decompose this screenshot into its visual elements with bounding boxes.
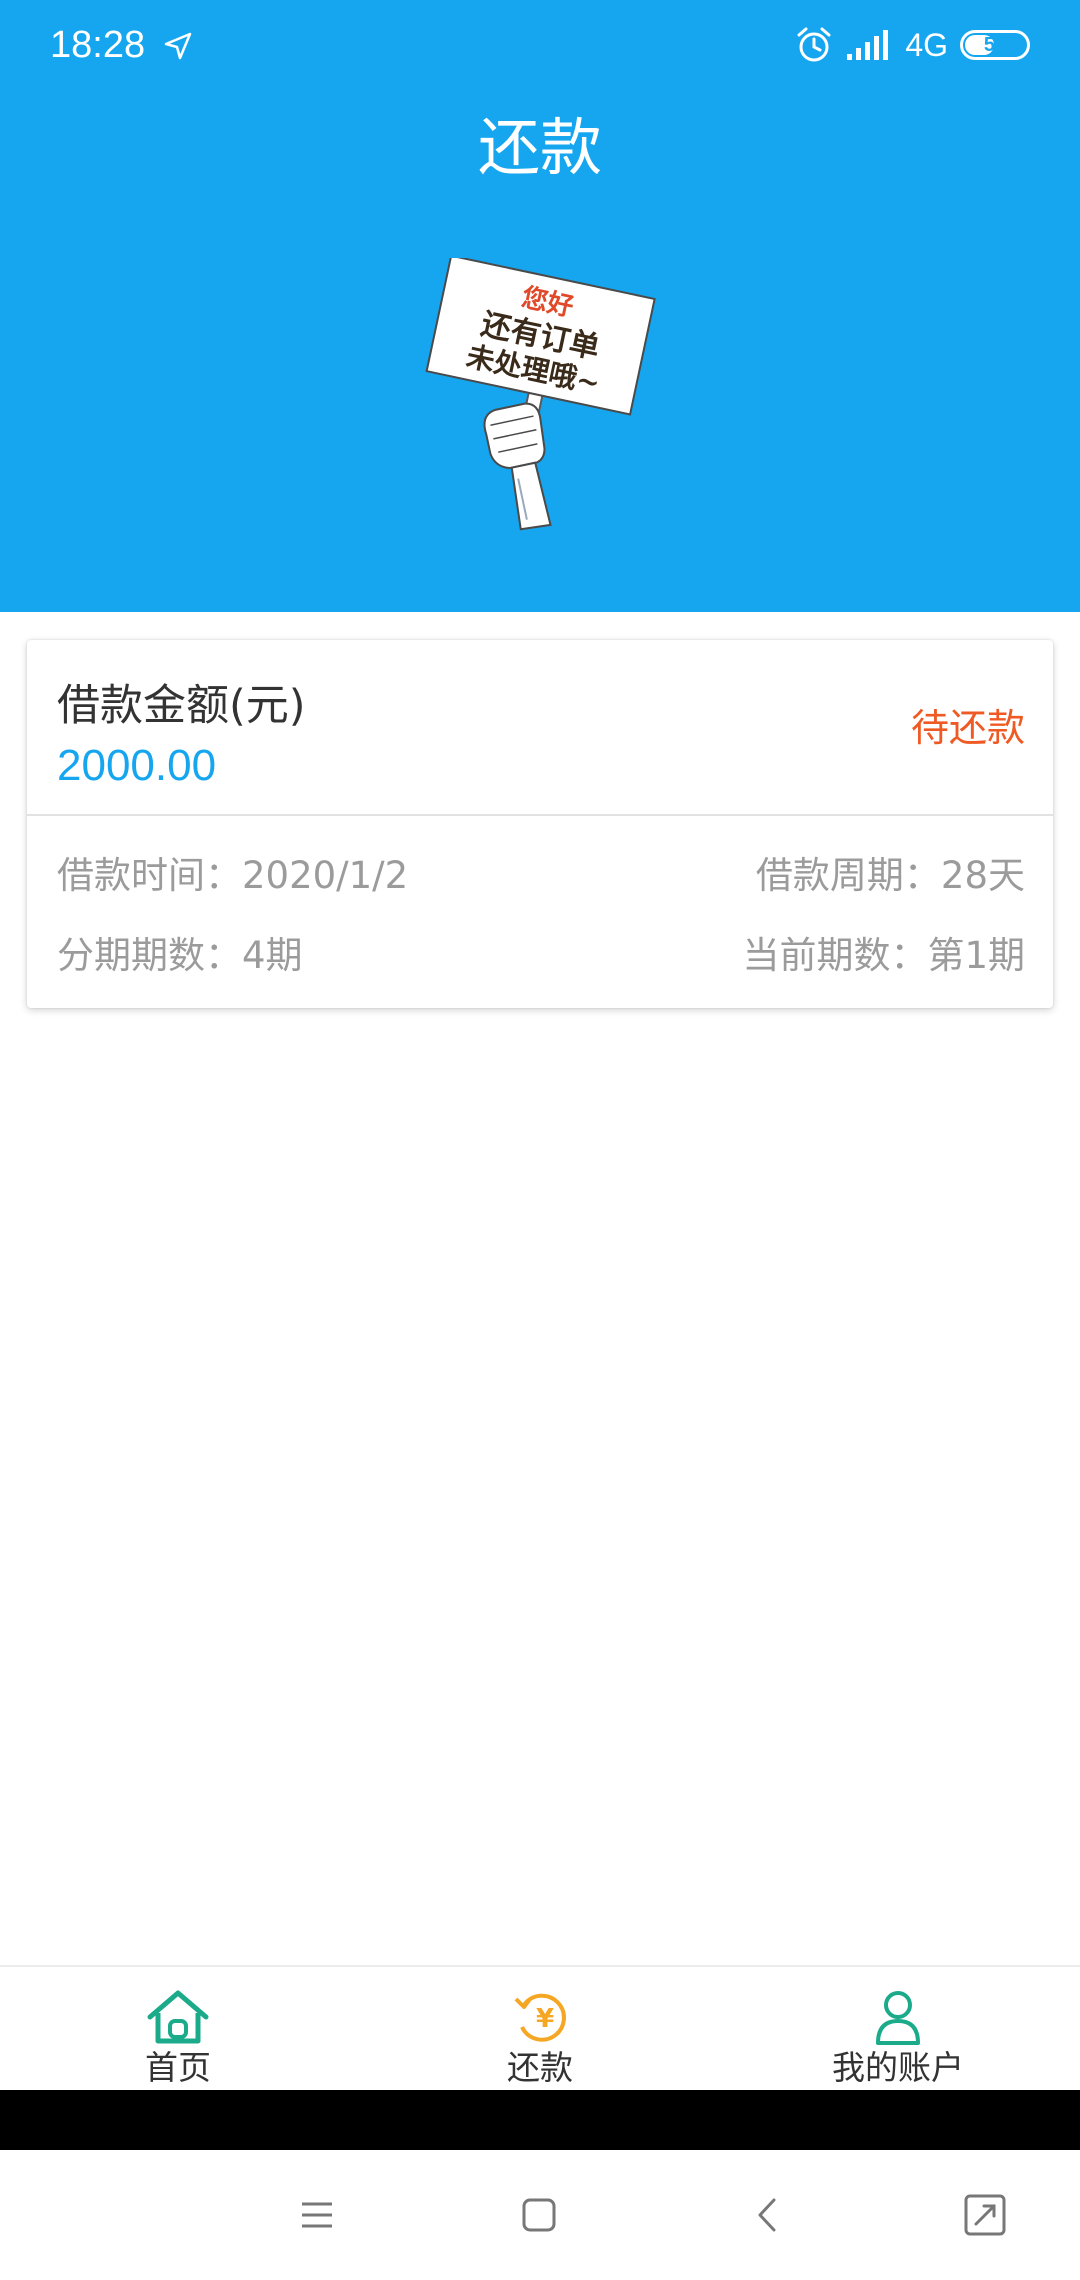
tab-home[interactable]: 首页 [98,1967,258,2092]
loan-period: 借款周期：28天 [755,854,1025,897]
status-right: 4G 51 [795,22,1030,68]
loan-card-row-2: 分期期数：4期 当前期数：第1期 [57,928,1025,984]
back-icon[interactable] [732,2180,802,2250]
menu-icon[interactable] [282,2180,352,2250]
battery-level: 51 [983,33,1007,56]
status-time: 18:28 [50,24,146,66]
loan-card-row-1: 借款时间：2020/1/2 借款周期：28天 [57,848,1025,904]
repay-icon: ¥ [514,1993,566,2042]
user-icon [876,1991,920,2045]
page-title: 还款 [477,111,602,184]
system-navigation-bar [0,2150,1080,2280]
tab-repay-label: 还款 [507,2048,573,2087]
tab-home-label: 首页 [145,2048,211,2087]
header: 18:28 4G 51 还款 您好 还有订单 未处理哦~ [0,0,1080,612]
home-square-icon[interactable] [504,2180,574,2250]
tab-repay[interactable]: ¥ 还款 [460,1967,620,2092]
location-icon [164,32,192,60]
svg-text:¥: ¥ [536,2004,554,2034]
pending-order-sign-illustration: 您好 还有订单 未处理哦~ [425,258,656,531]
screen: 18:28 4G 51 还款 您好 还有订单 未处理哦~ 借款金额(元) 200… [0,0,1080,2280]
tab-my-account[interactable]: 我的账户 [818,1967,978,2092]
loan-amount-value: 2000.00 [57,741,217,790]
current-installment: 当前期数：第1期 [742,934,1025,977]
loan-amount-label: 借款金额(元) [57,681,306,731]
installment-count: 分期期数：4期 [57,934,303,977]
status-bar: 18:28 4G 51 [0,0,1080,90]
screenshot-icon[interactable] [950,2180,1020,2250]
alarm-icon [797,27,831,62]
loan-card-header: 借款金额(元) 2000.00 待还款 [27,640,1053,816]
battery-icon: 51 [960,30,1030,60]
signal-icon [847,30,889,60]
home-icon [147,1990,209,2044]
loan-card[interactable]: 借款金额(元) 2000.00 待还款 借款时间：2020/1/2 借款周期：2… [27,640,1053,1008]
tab-my-account-label: 我的账户 [832,2048,964,2087]
loan-time: 借款时间：2020/1/2 [57,854,409,897]
repayment-status: 待还款 [910,706,1025,750]
divider-strip [0,2090,1080,2150]
network-type: 4G [905,26,948,63]
bottom-tab-bar: 首页 ¥ 还款 我的账户 [0,1965,1080,2090]
